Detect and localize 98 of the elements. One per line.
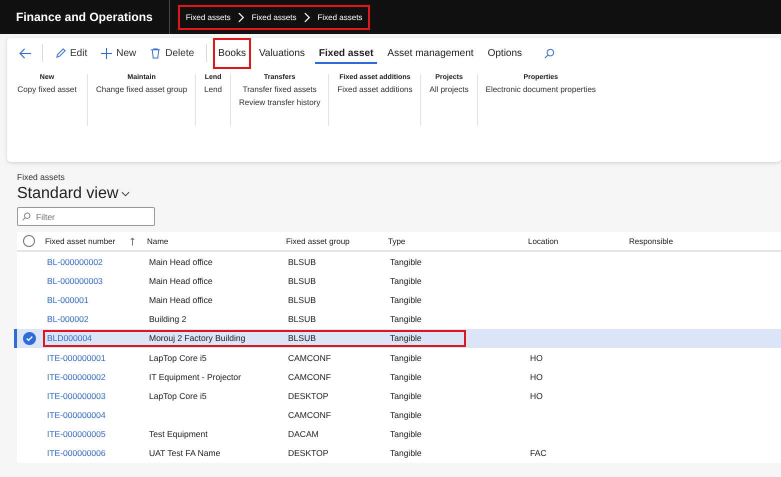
- column-header[interactable]: Type: [388, 236, 406, 246]
- table-cell: Building 2: [149, 314, 186, 324]
- edit-button[interactable]: Edit: [49, 40, 94, 66]
- ribbon-tab[interactable]: Fixed asset: [312, 40, 380, 66]
- table-cell: HO: [530, 372, 543, 382]
- select-all-radio[interactable]: [23, 235, 35, 247]
- asset-number-link[interactable]: ITE-000000005: [47, 429, 106, 440]
- new-button[interactable]: New: [95, 40, 142, 66]
- plus-icon: [101, 48, 112, 58]
- table-cell: Tangible: [390, 276, 422, 286]
- table-cell: Tangible: [390, 429, 422, 440]
- table-cell: Morouj 2 Factory Building: [149, 333, 246, 344]
- asset-number-link[interactable]: ITE-000000002: [47, 372, 106, 382]
- search-icon[interactable]: [544, 48, 556, 58]
- ribbon-item[interactable]: Change fixed asset group: [96, 85, 188, 94]
- breadcrumb-link[interactable]: Fixed assets: [318, 12, 362, 22]
- table-cell: Tangible: [390, 294, 422, 305]
- asset-number-link[interactable]: BL-000002: [47, 314, 89, 324]
- table-cell: IT Equipment - Projector: [149, 372, 241, 382]
- page-caption: Fixed assets: [17, 172, 66, 182]
- table-cell: DESKTOP: [288, 448, 328, 458]
- ribbon-tab[interactable]: Options: [482, 40, 528, 66]
- asset-number-link[interactable]: BL-000000002: [47, 256, 103, 267]
- ribbon-item[interactable]: Transfer fixed assets: [242, 85, 317, 94]
- chevron-right-icon: [238, 12, 245, 22]
- table-cell: LapTop Core i5: [149, 390, 207, 401]
- ribbon-tab[interactable]: Valuations: [252, 40, 311, 66]
- table-cell: Main Head office: [149, 276, 213, 286]
- table-cell: CAMCONF: [288, 410, 331, 420]
- chevron-right-icon: [304, 12, 311, 22]
- ribbon-item[interactable]: Fixed asset additions: [337, 85, 412, 94]
- table-cell: Main Head office: [149, 294, 213, 305]
- table-cell: Tangible: [390, 372, 422, 382]
- selected-row[interactable]: BLD000004 Morouj 2 Factory Building BLSUB Tangible: [14, 328, 781, 348]
- table-cell: LapTop Core i5: [149, 352, 207, 363]
- table-cell: BLSUB: [288, 333, 316, 344]
- table-cell: Tangible: [390, 390, 422, 401]
- ribbon-item[interactable]: Electronic document properties: [486, 85, 596, 94]
- ribbon-item[interactable]: All projects: [429, 85, 469, 94]
- column-header[interactable]: Fixed asset number: [45, 236, 116, 246]
- ribbon-item[interactable]: Copy fixed asset: [17, 85, 77, 94]
- ribbon-item[interactable]: Lend: [204, 85, 222, 94]
- table-cell: Tangible: [390, 314, 422, 324]
- table-cell: Main Head office: [149, 256, 213, 267]
- table-cell: FAC: [530, 448, 547, 458]
- table-cell: Tangible: [390, 410, 422, 420]
- table-cell: Test Equipment: [149, 429, 208, 440]
- filter-field[interactable]: Filter: [17, 207, 155, 226]
- table-cell: BLSUB: [288, 276, 316, 286]
- asset-number-link[interactable]: ITE-000000003: [47, 390, 106, 401]
- asset-number-link[interactable]: BL-000001: [47, 294, 89, 305]
- ribbon-tab[interactable]: Asset management: [381, 40, 480, 66]
- table-row[interactable]: ITE-000000003 LapTop Core i5 DESKTOP Tangible HO: [14, 386, 781, 406]
- table-row[interactable]: ITE-000000002 IT Equipment - Projector CAMCONF Tangible HO: [14, 367, 781, 386]
- trash-icon: [150, 48, 162, 58]
- ribbon-item[interactable]: Review transfer history: [238, 98, 320, 107]
- table-row[interactable]: BL-000001 Main Head office BLSUB Tangible: [14, 290, 781, 310]
- table-row[interactable]: BL-000002 Building 2 BLSUB Tangible: [14, 310, 781, 329]
- table-row[interactable]: ITE-000000004 CAMCONF Tangible: [14, 406, 781, 425]
- table-cell: Tangible: [390, 352, 422, 363]
- table-cell: BLSUB: [288, 294, 316, 305]
- table-row[interactable]: ITE-000000005 Test Equipment DACAM Tangible: [14, 424, 781, 444]
- column-header[interactable]: Responsible: [629, 236, 674, 246]
- pencil-icon: [55, 48, 66, 58]
- table-cell: HO: [530, 390, 543, 401]
- table-cell: CAMCONF: [288, 352, 331, 363]
- breadcrumb-link[interactable]: Fixed assets: [252, 12, 297, 22]
- column-header[interactable]: Fixed asset group: [286, 236, 350, 246]
- table-cell: Tangible: [390, 333, 422, 344]
- column-header[interactable]: Location: [528, 236, 558, 246]
- delete-button[interactable]: Delete: [144, 40, 200, 66]
- chevron-down-icon[interactable]: [121, 191, 130, 197]
- asset-number-link[interactable]: ITE-000000006: [47, 448, 106, 458]
- table-cell: Tangible: [390, 256, 422, 267]
- table-cell: CAMCONF: [288, 372, 331, 382]
- column-header[interactable]: Name: [147, 236, 168, 246]
- table-cell: UAT Test FA Name: [149, 448, 220, 458]
- table-cell: DESKTOP: [288, 390, 328, 401]
- breadcrumb-link[interactable]: Fixed assets: [186, 12, 231, 22]
- table-cell: BLSUB: [288, 314, 316, 324]
- table-row[interactable]: BL-000000003 Main Head office BLSUB Tangible: [14, 271, 781, 290]
- app-title: Finance and Operations: [0, 0, 170, 34]
- table-cell: HO: [530, 352, 543, 363]
- table-cell: BLSUB: [288, 256, 316, 267]
- asset-number-link[interactable]: ITE-000000001: [47, 352, 106, 363]
- check-circle-icon[interactable]: [22, 332, 36, 345]
- asset-number-link[interactable]: BL-000000003: [47, 276, 103, 286]
- sort-up-icon: [130, 236, 135, 246]
- table-row[interactable]: BL-000000002 Main Head office BLSUB Tangible: [14, 252, 781, 272]
- view-title: Standard view: [17, 185, 118, 203]
- table-row[interactable]: ITE-000000001 LapTop Core i5 CAMCONF Tangible HO: [14, 348, 781, 368]
- table-row[interactable]: ITE-000000006 UAT Test FA Name DESKTOP Tangible FAC: [14, 444, 781, 464]
- search-icon: [22, 212, 31, 221]
- asset-number-link[interactable]: BLD000004: [47, 333, 92, 344]
- table-cell: DACAM: [288, 429, 319, 440]
- table-cell: Tangible: [390, 448, 422, 458]
- ribbon-tab[interactable]: Books: [213, 38, 251, 68]
- asset-number-link[interactable]: ITE-000000004: [47, 410, 106, 420]
